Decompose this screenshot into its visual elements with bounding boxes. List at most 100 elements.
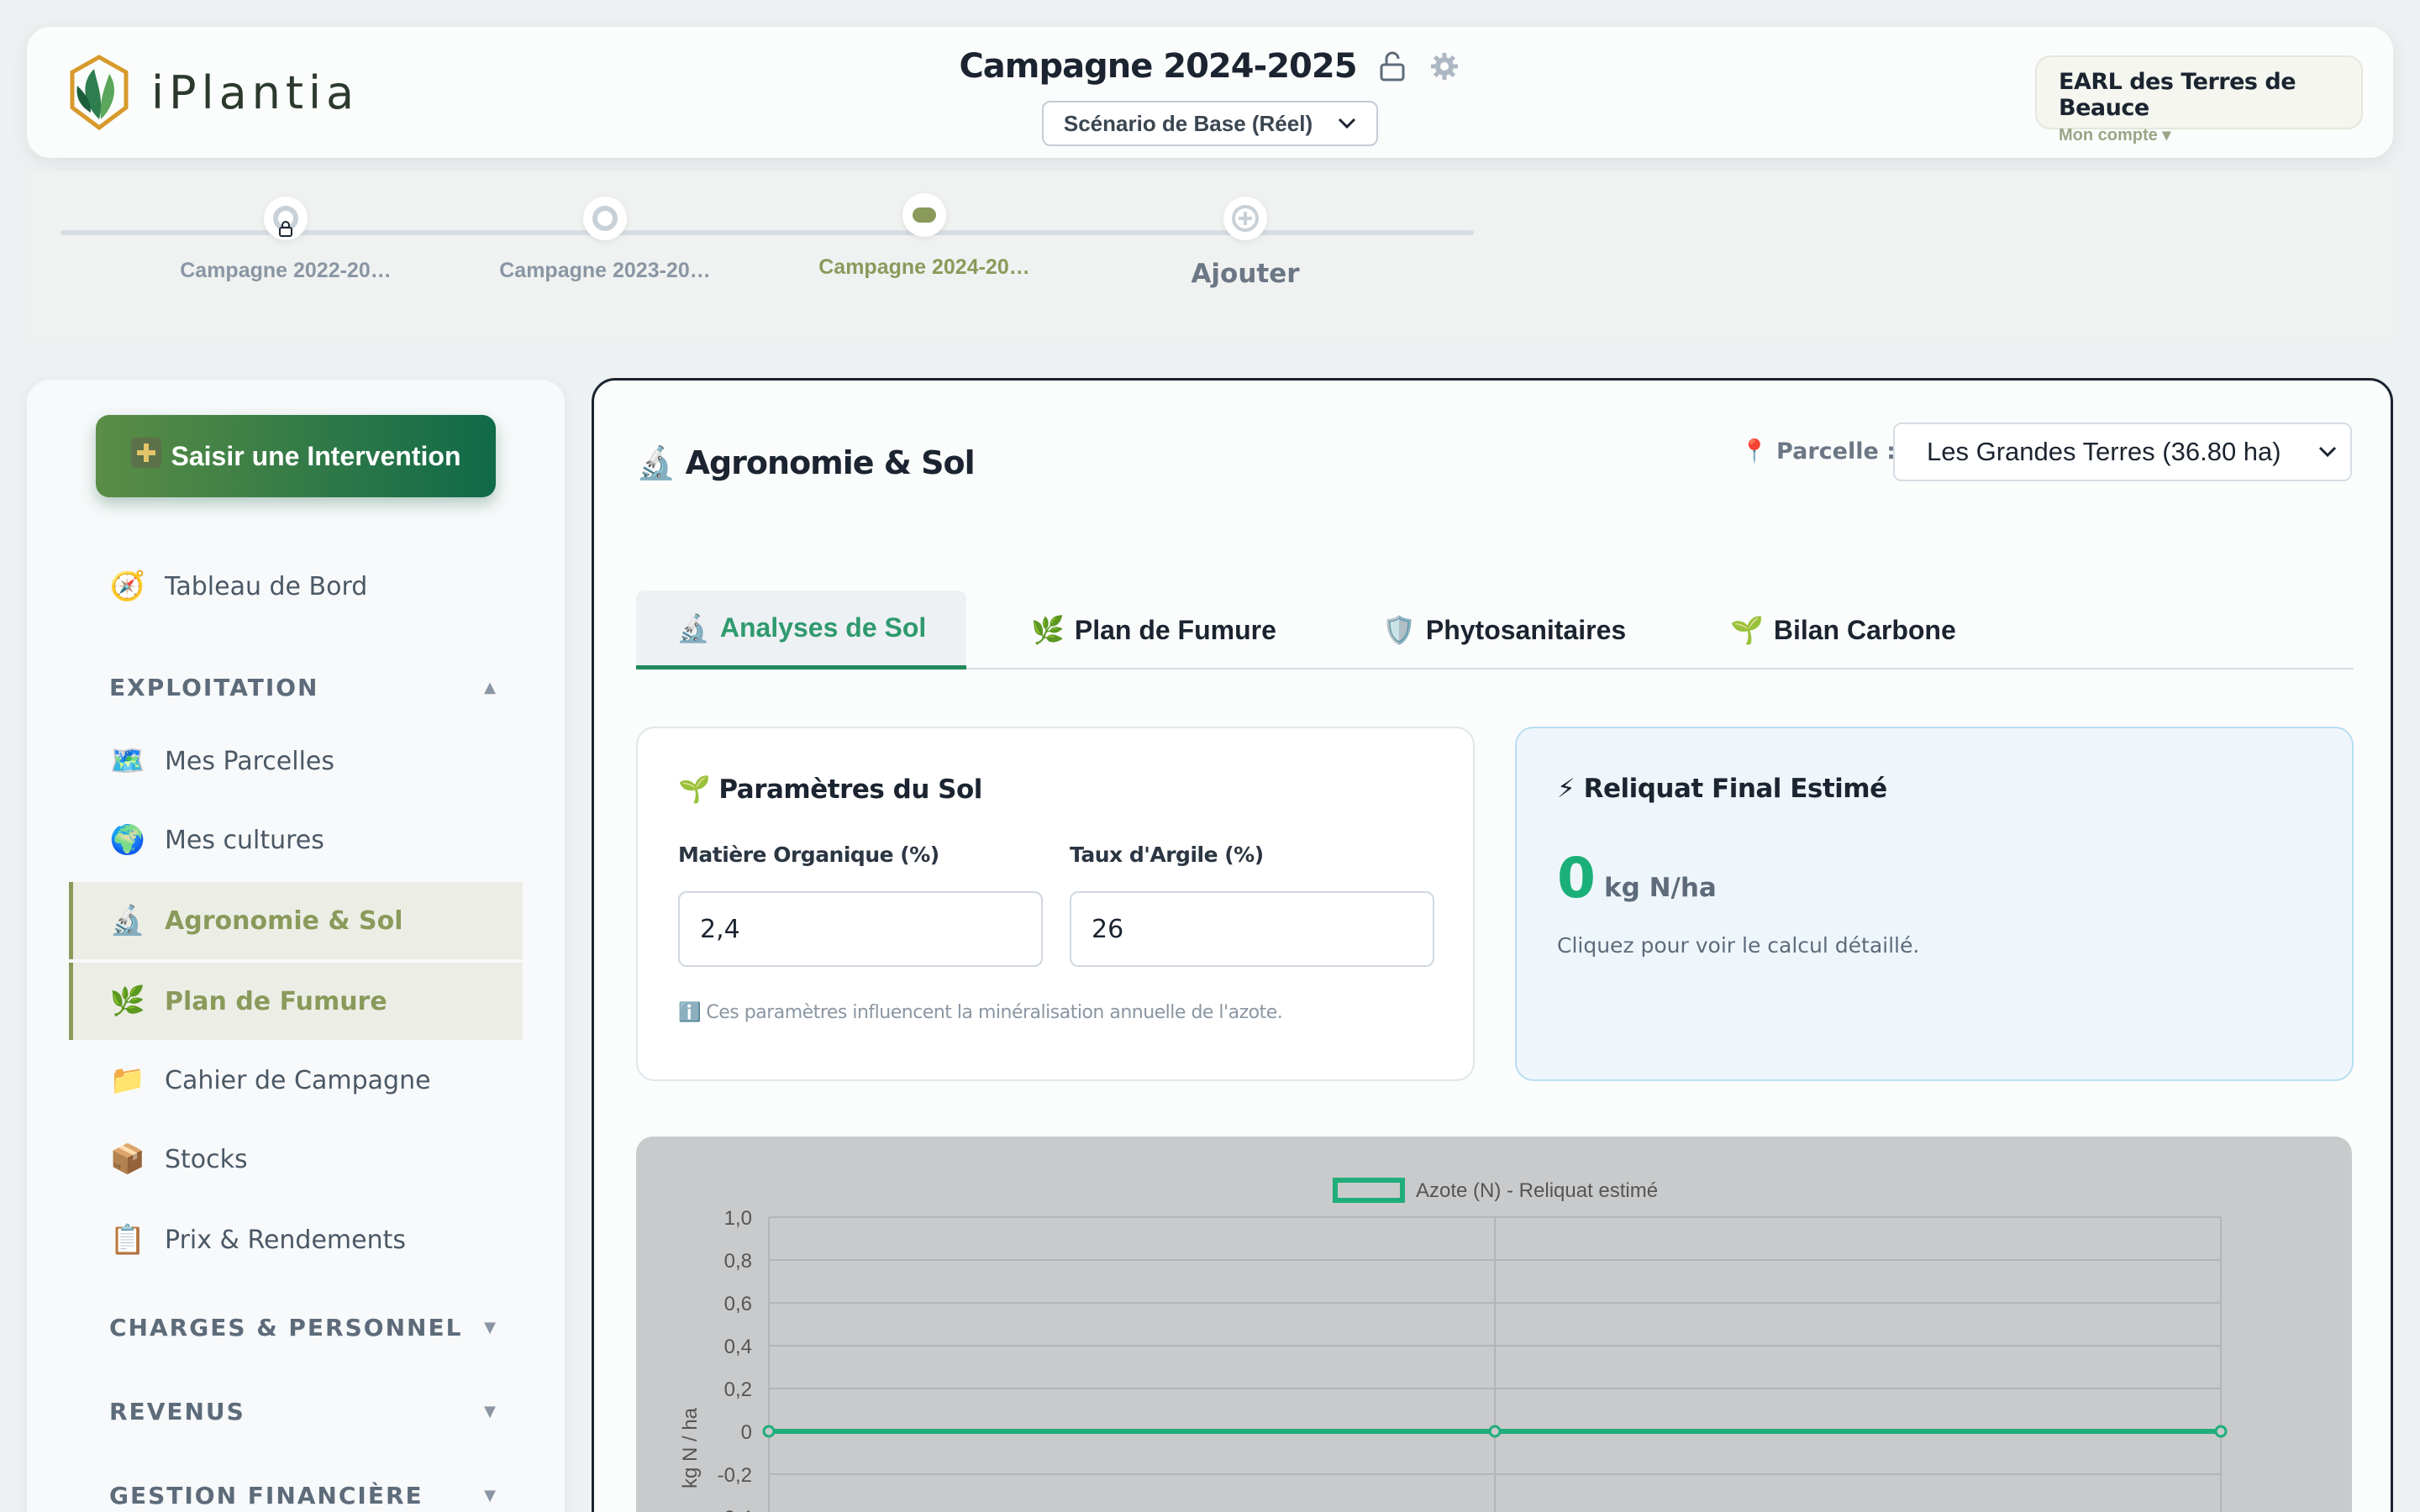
section-label: REVENUS <box>109 1398 245 1425</box>
unlock-icon[interactable] <box>1376 50 1409 83</box>
sidebar-item-cahier[interactable]: 📁 Cahier de Campagne <box>69 1042 523 1119</box>
data-point <box>1488 1425 1502 1438</box>
organic-matter-input[interactable]: 2,4 <box>678 891 1043 967</box>
tab-plan-fumure[interactable]: 🌿 Plan de Fumure <box>1031 591 1276 669</box>
campaign-title: Campagne 2024-2025 <box>959 47 1357 86</box>
microscope-icon: 🔬 <box>109 904 146 937</box>
top-header: iPlantia Campagne 2024-2025 Scénario de … <box>27 27 2393 158</box>
sidebar-item-label: Mes cultures <box>165 825 324 855</box>
chart-svg: 1,0 0,8 0,6 0,4 0,2 0 -0,2 -0,4 kg N / ha Azote (… <box>679 1178 2228 1512</box>
campaign-timeline: Campagne 2022-20… Campagne 2023-20… Camp… <box>27 171 2393 339</box>
page-title: 🔬 Agronomie & Sol <box>636 444 976 482</box>
clay-rate-label: Taux d'Argile (%) <box>1070 843 1264 867</box>
microscope-icon: 🔬 <box>636 444 676 481</box>
timeline-step-2023[interactable]: Campagne 2023-20… <box>479 197 731 283</box>
tab-label: Bilan Carbone <box>1773 614 1956 645</box>
account-name: EARL des Terres de Beauce <box>2059 69 2296 121</box>
sidebar-item-prix[interactable]: 📋 Prix & Rendements <box>69 1201 523 1278</box>
account-menu[interactable]: EARL des Terres de Beauce Mon compte ▾ <box>2035 55 2363 144</box>
section-label: EXPLOITATION <box>109 674 319 701</box>
gear-icon[interactable] <box>1428 50 1461 83</box>
sidebar-item-label: Agronomie & Sol <box>165 906 403 936</box>
parcel-select-value: Les Grandes Terres (36.80 ha) <box>1927 437 2281 466</box>
sidebar-item-fumure[interactable]: 🌿 Plan de Fumure <box>69 963 523 1040</box>
clay-rate-input[interactable]: 26 <box>1070 891 1434 967</box>
sidebar-item-cultures[interactable]: 🌍 Mes cultures <box>69 801 523 879</box>
y-tick-label: 1,0 <box>724 1207 752 1230</box>
sidebar-item-parcelles[interactable]: 🗺️ Mes Parcelles <box>69 722 523 800</box>
app-logo[interactable]: iPlantia <box>66 52 359 133</box>
sidebar-item-stocks[interactable]: 📦 Stocks <box>69 1121 523 1198</box>
scenario-select-value: Scénario de Base (Réel) <box>1063 110 1313 136</box>
timeline-step-2024[interactable]: Campagne 2024-20… <box>798 193 1050 280</box>
info-icon: ℹ️ <box>678 1002 701 1023</box>
scenario-select[interactable]: Scénario de Base (Réel) <box>1042 101 1378 146</box>
parcel-label-text: Parcelle : <box>1776 438 1896 465</box>
y-tick-label: 0,4 <box>724 1336 752 1358</box>
sidebar-item-agronomie[interactable]: 🔬 Agronomie & Sol <box>69 882 523 959</box>
lock-icon <box>279 221 292 237</box>
section-label: GESTION FINANCIÈRE <box>109 1482 424 1509</box>
y-axis-label: kg N / ha <box>679 1407 702 1488</box>
y-tick-label: 0,8 <box>724 1250 752 1273</box>
chevron-down-icon: ▼ <box>484 1319 496 1336</box>
clay-rate-value: 26 <box>1092 914 1124 944</box>
reliquat-value: 0 <box>1557 846 1596 911</box>
sidebar-section-exploitation[interactable]: EXPLOITATION ▲ <box>109 674 496 701</box>
timeline-label: Campagne 2024-20… <box>818 255 1030 279</box>
add-intervention-button[interactable]: Saisir une Intervention <box>96 415 496 497</box>
card-title-text: Reliquat Final Estimé <box>1583 774 1888 804</box>
tab-bilan-carbone[interactable]: 🌱 Bilan Carbone <box>1730 591 1956 669</box>
chevron-down-icon <box>2318 446 2337 458</box>
card-title-text: Paramètres du Sol <box>718 774 982 805</box>
seedling-icon: 🌱 <box>1730 615 1764 645</box>
page-title-text: Agronomie & Sol <box>685 444 976 481</box>
chevron-down-icon: ▼ <box>484 1403 496 1420</box>
timeline-dot <box>264 197 308 240</box>
microscope-icon: 🔬 <box>676 612 710 643</box>
timeline-add-step[interactable]: Ajouter <box>1119 197 1371 289</box>
sidebar-section-revenus[interactable]: REVENUS ▼ <box>109 1398 496 1425</box>
tab-label: Phytosanitaires <box>1425 614 1627 645</box>
leaf-logo-icon <box>70 55 129 131</box>
tab-label: Plan de Fumure <box>1074 614 1276 645</box>
tab-phytosanitaires[interactable]: 🛡️ Phytosanitaires <box>1382 591 1626 669</box>
legend-label: Azote (N) - Reliquat estimé <box>1416 1179 1658 1202</box>
sidebar-item-tableau[interactable]: 🧭 Tableau de Bord <box>69 548 523 625</box>
y-tick-label: 0,2 <box>724 1378 752 1401</box>
shield-icon: 🛡️ <box>1382 615 1416 645</box>
account-link[interactable]: Mon compte ▾ <box>2059 124 2339 145</box>
sidebar-item-label: Prix & Rendements <box>165 1225 407 1255</box>
herb-icon: 🌿 <box>109 984 146 1018</box>
timeline-dot-active <box>902 193 946 237</box>
reliquat-card[interactable]: ⚡ Reliquat Final Estimé 0 kg N/ha Clique… <box>1515 727 2354 1081</box>
sidebar-section-charges[interactable]: CHARGES & PERSONNEL ▼ <box>109 1314 496 1341</box>
add-intervention-label: Saisir une Intervention <box>171 440 461 471</box>
sidebar-item-label: Stocks <box>165 1144 248 1174</box>
timeline-step-2022[interactable]: Campagne 2022-20… <box>160 197 412 283</box>
reliquat-chart: 1,0 0,8 0,6 0,4 0,2 0 -0,2 -0,4 kg N / ha Azote (… <box>636 1137 2352 1512</box>
compass-icon: 🧭 <box>109 570 146 603</box>
sidebar-item-label: Cahier de Campagne <box>165 1065 431 1095</box>
soil-hint: ℹ️ Ces paramètres influencent la minéral… <box>678 1002 1283 1023</box>
folder-icon: 📁 <box>109 1063 146 1097</box>
card-title: ⚡ Reliquat Final Estimé <box>1557 774 1887 804</box>
timeline-label: Campagne 2022-20… <box>180 259 392 282</box>
tab-label: Analyses de Sol <box>719 612 927 643</box>
clipboard-icon: 📋 <box>109 1223 146 1257</box>
sidebar: Saisir une Intervention 🧭 Tableau de Bor… <box>27 380 565 1512</box>
map-icon: 🗺️ <box>109 744 146 778</box>
parcel-select[interactable]: Les Grandes Terres (36.80 ha) <box>1893 423 2352 481</box>
y-tick-label: 0,6 <box>724 1293 752 1315</box>
organic-matter-value: 2,4 <box>700 914 740 944</box>
y-tick-label: -0,4 <box>718 1507 752 1512</box>
tab-bar: 🔬 Analyses de Sol 🌿 Plan de Fumure 🛡️ Ph… <box>636 591 2354 669</box>
pin-icon: 📍 <box>1740 438 1769 465</box>
timeline-dot <box>583 197 627 240</box>
sidebar-section-gestion[interactable]: GESTION FINANCIÈRE ▼ <box>109 1482 496 1509</box>
reliquat-note: Cliquez pour voir le calcul détaillé. <box>1557 933 1920 958</box>
timeline-label: Campagne 2023-20… <box>499 259 711 282</box>
card-title: 🌱 Paramètres du Sol <box>678 774 982 805</box>
tab-analyses-sol[interactable]: 🔬 Analyses de Sol <box>636 591 967 669</box>
chevron-down-icon: ▼ <box>484 1487 496 1504</box>
